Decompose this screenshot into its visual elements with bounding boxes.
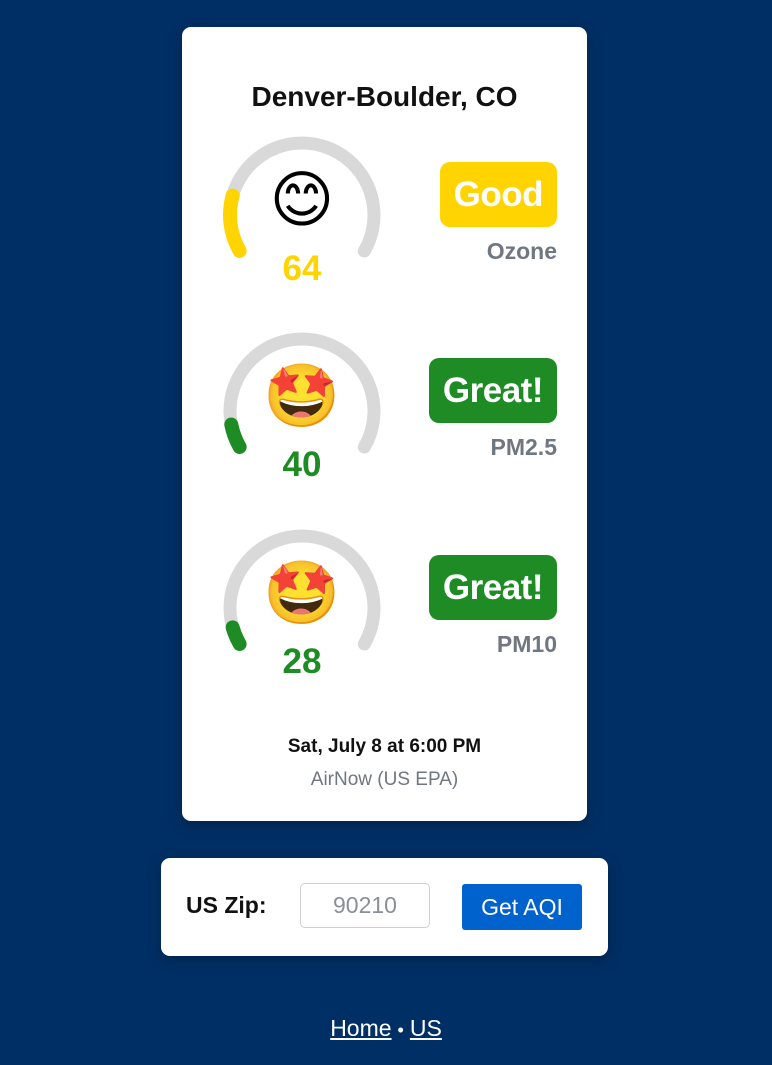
data-source: AirNow (US EPA) — [310, 769, 459, 790]
updated-timestamp: Sat, July 8 at 6:00 PM — [287, 736, 482, 757]
zip-input[interactable] — [300, 883, 430, 928]
emoji-icon: 🤩 — [263, 559, 341, 628]
aqi-gauge: 😊 64 — [220, 135, 384, 299]
pollutant-label: PM2.5 — [490, 434, 557, 460]
home-link[interactable]: Home — [330, 1015, 391, 1041]
pollutant-label: Ozone — [486, 238, 557, 264]
get-aqi-button[interactable]: Get AQI — [462, 884, 582, 930]
aqi-gauge: 🤩 28 — [220, 528, 384, 692]
zip-form: US Zip: Get AQI — [161, 858, 608, 956]
reading-row-pm25: 🤩 40 Great! PM2.5 — [182, 331, 587, 501]
emoji-icon: 😊 — [269, 166, 335, 235]
pollutant-label: PM10 — [496, 631, 557, 657]
emoji-icon: 🤩 — [263, 362, 341, 431]
us-link[interactable]: US — [410, 1015, 442, 1041]
footer-nav: Home • US — [0, 1015, 772, 1042]
aqi-value: 28 — [282, 642, 322, 681]
zip-label: US Zip: — [186, 892, 267, 918]
footer-separator: • — [397, 1020, 404, 1040]
rating-badge: Good — [439, 162, 557, 227]
location-title: Denver-Boulder, CO — [251, 81, 518, 112]
aqi-value: 64 — [282, 249, 322, 288]
aqi-gauge: 🤩 40 — [220, 331, 384, 495]
aqi-card: Denver-Boulder, CO 😊 64 Good Ozone 🤩 40 … — [182, 27, 587, 821]
reading-row-pm10: 🤩 28 Great! PM10 — [182, 528, 587, 698]
rating-badge: Great! — [428, 555, 557, 620]
aqi-value: 40 — [282, 445, 322, 484]
rating-badge: Great! — [428, 358, 557, 423]
reading-row-ozone: 😊 64 Good Ozone — [182, 135, 587, 305]
